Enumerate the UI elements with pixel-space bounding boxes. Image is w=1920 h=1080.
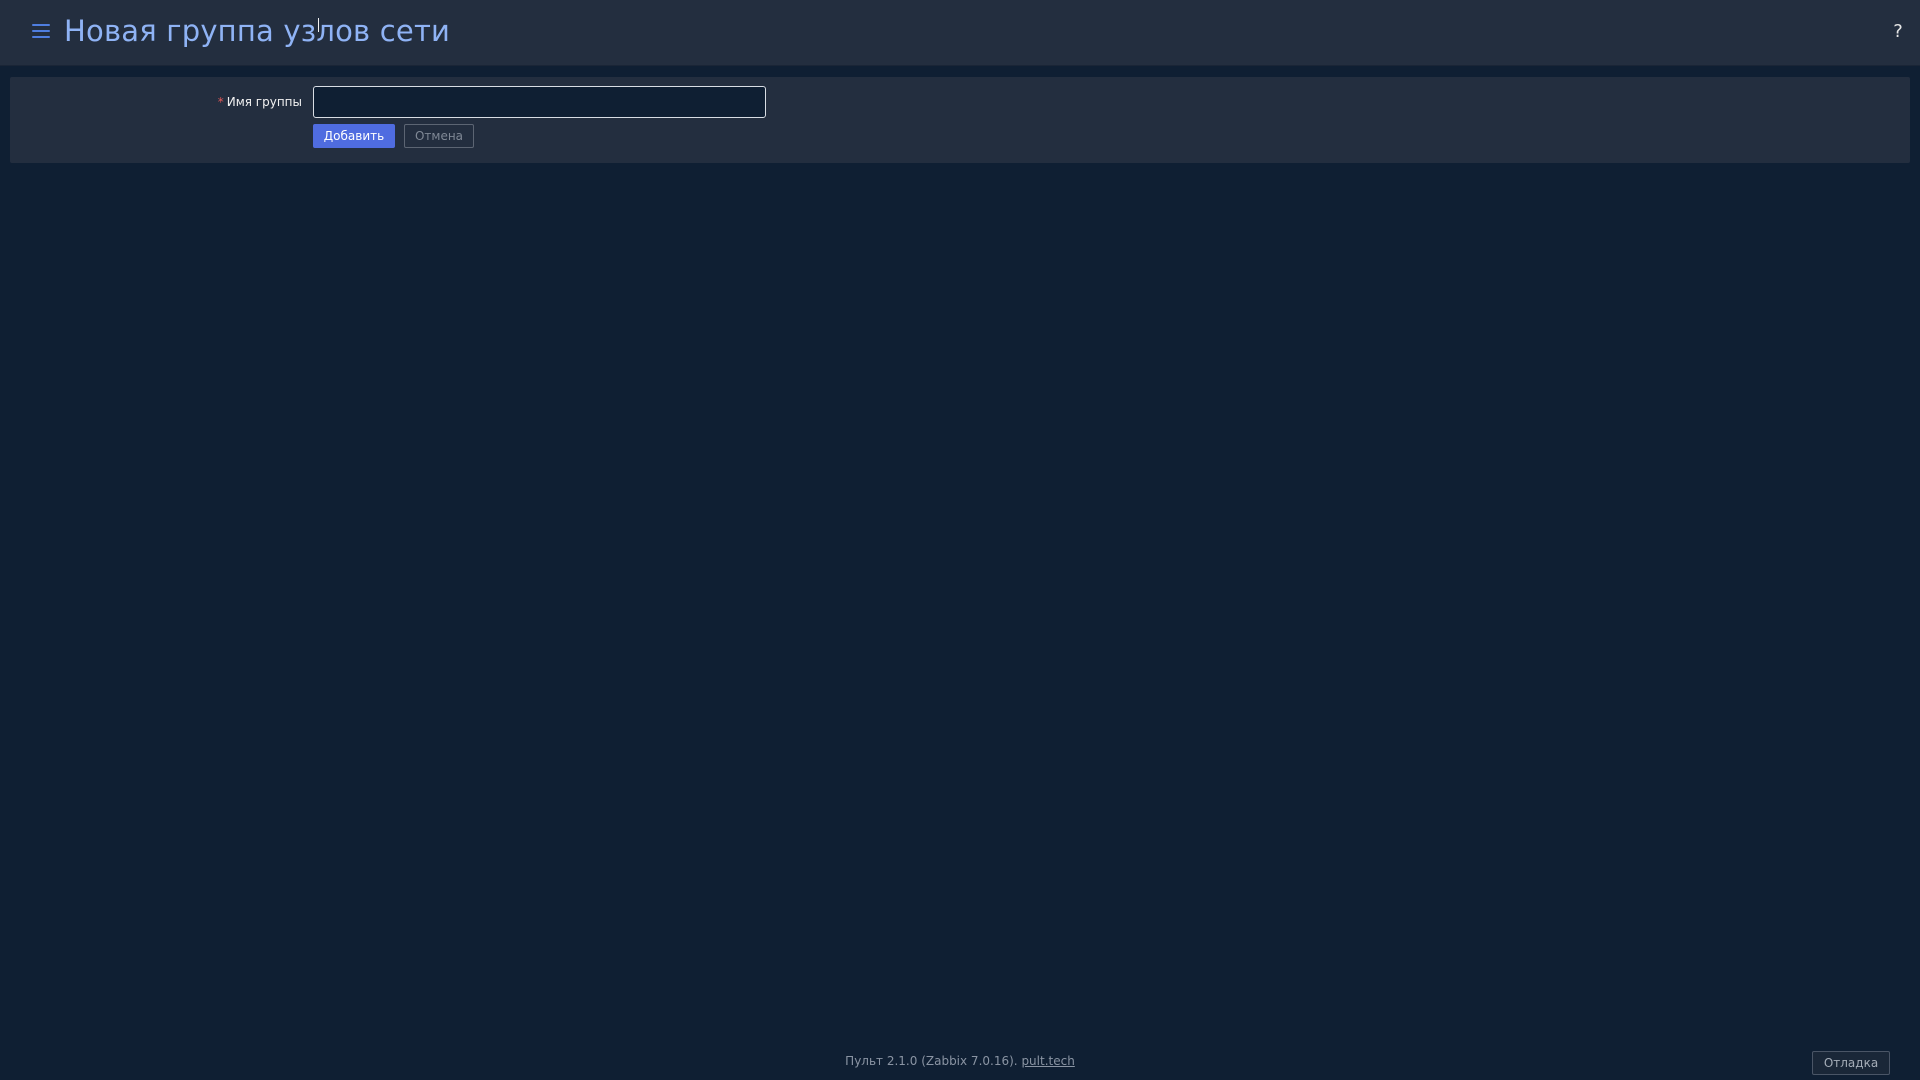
group-name-input[interactable] — [313, 86, 766, 118]
group-name-label-text: Имя группы — [226, 95, 302, 109]
footer-version: Пульт 2.1.0 (Zabbix 7.0.16). — [845, 1054, 1018, 1068]
required-asterisk: * — [217, 95, 224, 109]
page-header: Новая группа узлов сети ? — [0, 0, 1920, 66]
add-button[interactable]: Добавить — [313, 124, 395, 148]
debug-button[interactable]: Отладка — [1812, 1051, 1890, 1075]
footer: Пульт 2.1.0 (Zabbix 7.0.16). pult.tech — [0, 1054, 1920, 1068]
page-title: Новая группа узлов сети — [64, 14, 451, 48]
host-group-form: * Имя группы Добавить Отмена — [10, 77, 1910, 163]
help-button[interactable]: ? — [1888, 18, 1908, 46]
cancel-button[interactable]: Отмена — [404, 124, 474, 148]
hamburger-menu-icon[interactable] — [32, 24, 50, 38]
footer-link[interactable]: pult.tech — [1021, 1054, 1074, 1068]
text-cursor — [318, 18, 319, 32]
group-name-label: * Имя группы — [10, 95, 302, 109]
